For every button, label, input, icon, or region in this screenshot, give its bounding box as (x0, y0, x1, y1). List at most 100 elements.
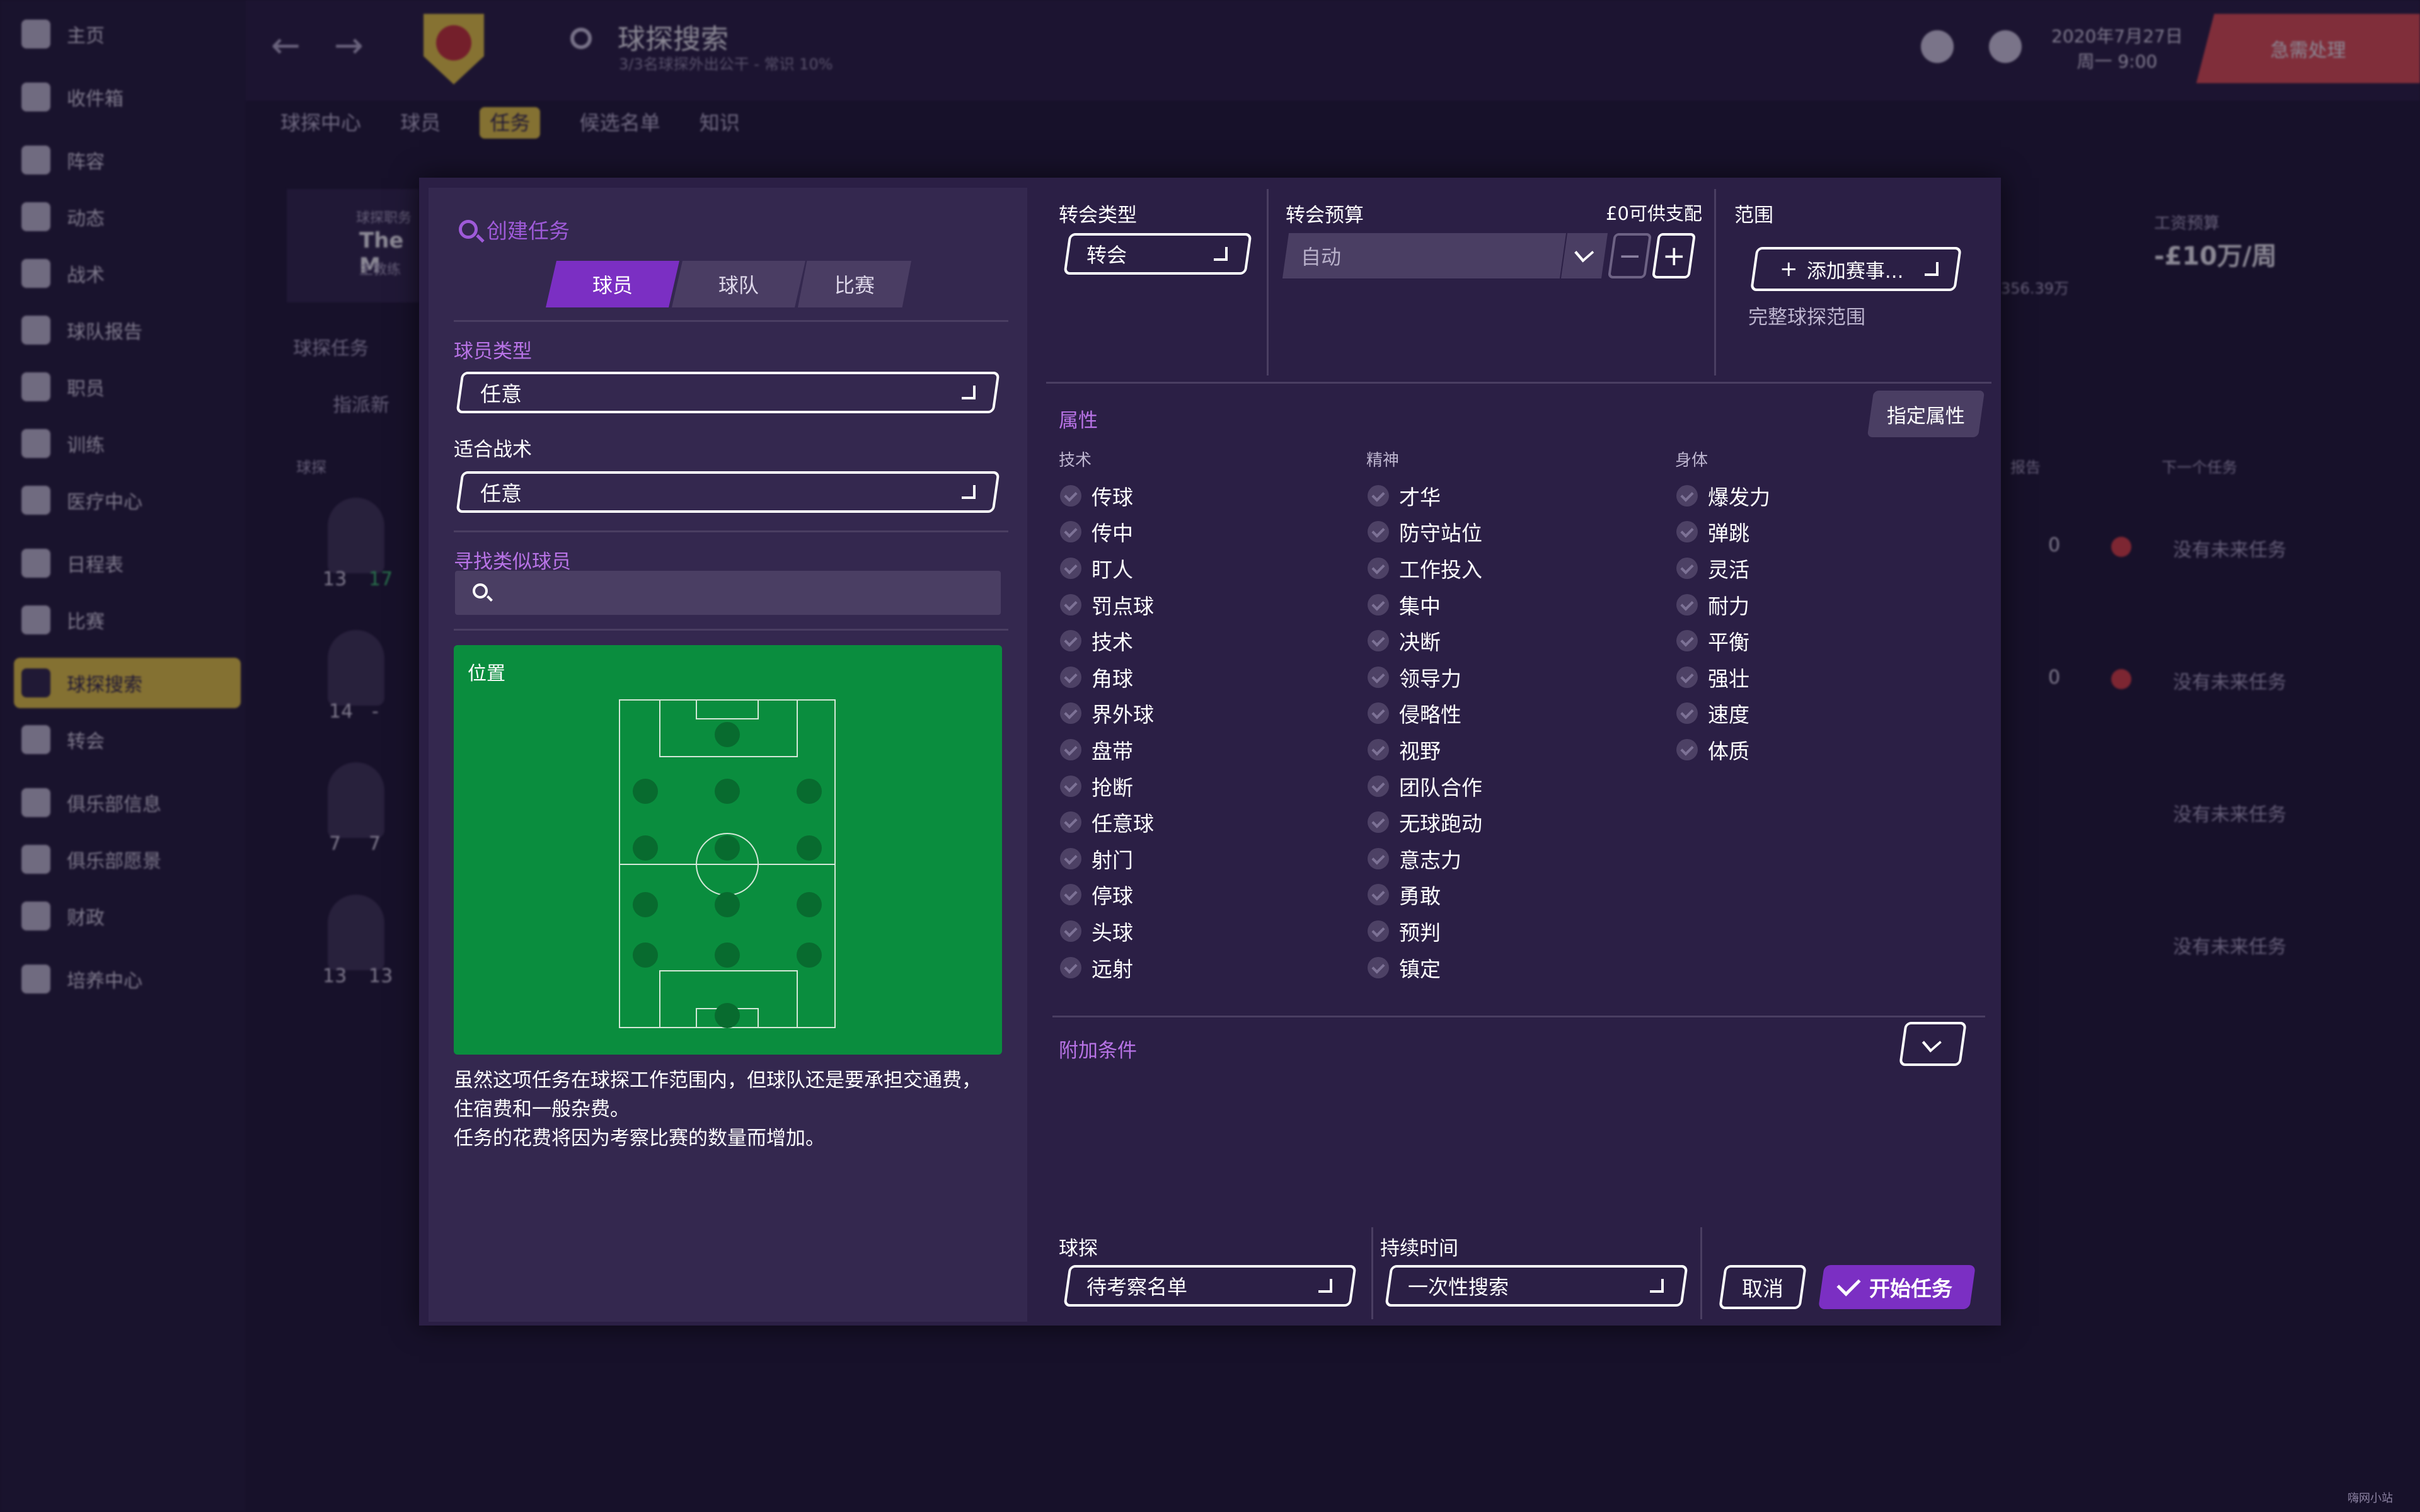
sidebar-item-team-report[interactable]: 球队报告 (0, 305, 246, 355)
sidebar-item-transfers[interactable]: 转会 (0, 714, 246, 765)
sidebar-item-club-vision[interactable]: 俱乐部愿景 (0, 834, 246, 885)
segment-match[interactable]: 比赛 (798, 261, 911, 307)
attribute-checkbox[interactable]: 决断 (1368, 622, 1482, 659)
position-dot-wbl[interactable] (633, 892, 658, 917)
sidebar-item-staff[interactable]: 职员 (0, 362, 246, 412)
attribute-checkbox[interactable]: 停球 (1060, 877, 1154, 914)
attribute-checkbox[interactable]: 头球 (1060, 913, 1154, 949)
attribute-checkbox[interactable]: 侵略性 (1368, 696, 1482, 732)
sidebar-item-home[interactable]: 主页 (0, 9, 246, 59)
position-dot-gk[interactable] (715, 1003, 740, 1028)
attribute-checkbox[interactable]: 工作投入 (1368, 550, 1482, 587)
tactic-dropdown[interactable]: 任意 (456, 471, 1000, 513)
forward-arrow-icon[interactable]: → (334, 25, 364, 66)
specify-attributes-button[interactable]: 指定属性 (1867, 391, 1985, 437)
pencil-icon[interactable] (1858, 30, 1891, 63)
budget-input[interactable]: 自动 (1282, 233, 1567, 278)
attribute-checkbox[interactable]: 抢断 (1060, 768, 1154, 805)
duration-dropdown[interactable]: 一次性搜索 (1385, 1265, 1688, 1307)
attribute-checkbox[interactable]: 界外球 (1060, 696, 1154, 732)
help-icon[interactable] (1921, 30, 1954, 63)
segment-team[interactable]: 球队 (672, 261, 805, 307)
attribute-checkbox[interactable]: 预判 (1368, 913, 1482, 949)
tab-scouting-centre[interactable]: 球探中心 (280, 111, 361, 135)
sidebar-item-finances[interactable]: 财政 (0, 891, 246, 941)
urgent-button[interactable]: 急需处理 (2196, 14, 2420, 83)
position-dot-st[interactable] (715, 722, 740, 747)
back-arrow-icon[interactable]: ← (271, 25, 301, 66)
attribute-checkbox[interactable]: 意志力 (1368, 840, 1482, 877)
similar-player-search-input[interactable] (455, 571, 1001, 615)
extra-conditions-toggle[interactable] (1899, 1022, 1967, 1066)
sidebar-item-competitions[interactable]: 比赛 (0, 595, 246, 645)
sidebar-item-schedule[interactable]: 日程表 (0, 538, 246, 588)
sidebar-item-training[interactable]: 训练 (0, 418, 246, 469)
position-dot-amr[interactable] (797, 779, 822, 804)
attribute-label: 团队合作 (1399, 775, 1482, 800)
tab-players[interactable]: 球员 (400, 111, 441, 135)
add-assignment-button[interactable]: 指派新 (333, 389, 389, 417)
attribute-checkbox[interactable]: 强壮 (1676, 659, 1770, 696)
attribute-checkbox[interactable]: 视野 (1368, 731, 1482, 768)
attribute-checkbox[interactable]: 角球 (1060, 659, 1154, 696)
attribute-checkbox[interactable]: 平衡 (1676, 622, 1770, 659)
attribute-checkbox[interactable]: 射门 (1060, 840, 1154, 877)
attribute-checkbox[interactable]: 传中 (1060, 514, 1154, 551)
scout-dropdown[interactable]: 待考察名单 (1063, 1265, 1357, 1307)
position-dot-dc[interactable] (715, 942, 740, 968)
sidebar-item-club-info[interactable]: 俱乐部信息 (0, 777, 246, 828)
attribute-checkbox[interactable]: 无球跑动 (1368, 804, 1482, 840)
attribute-checkbox[interactable]: 任意球 (1060, 804, 1154, 840)
sidebar-item-squad[interactable]: 阵容 (0, 135, 246, 185)
position-dot-ml[interactable] (633, 835, 658, 861)
full-range-link[interactable]: 完整球探范围 (1748, 301, 1865, 329)
attribute-checkbox[interactable]: 爆发力 (1676, 478, 1770, 514)
attribute-checkbox[interactable]: 传球 (1060, 478, 1154, 514)
tab-shortlist[interactable]: 候选名单 (580, 111, 660, 135)
budget-increase-button[interactable]: + (1651, 233, 1697, 278)
player-type-dropdown[interactable]: 任意 (456, 372, 1000, 413)
add-competition-button[interactable]: + 添加赛事... (1750, 247, 1962, 291)
position-dot-dl[interactable] (633, 942, 658, 968)
position-dot-mc[interactable] (715, 835, 740, 861)
start-task-button[interactable]: 开始任务 (1818, 1265, 1976, 1309)
attribute-checkbox[interactable]: 盘带 (1060, 731, 1154, 768)
attribute-checkbox[interactable]: 领导力 (1368, 659, 1482, 696)
sidebar-item-medical[interactable]: 医疗中心 (0, 475, 246, 525)
sidebar-item-scouting[interactable]: 球探搜索 (14, 658, 241, 708)
position-dot-amc[interactable] (715, 779, 740, 804)
sidebar-item-tactics[interactable]: 战术 (0, 248, 246, 299)
attribute-checkbox[interactable]: 集中 (1368, 587, 1482, 623)
budget-dropdown-toggle[interactable] (1560, 233, 1608, 278)
attribute-checkbox[interactable]: 盯人 (1060, 550, 1154, 587)
attribute-checkbox[interactable]: 罚点球 (1060, 587, 1154, 623)
position-dot-wbr[interactable] (797, 892, 822, 917)
attribute-checkbox[interactable]: 灵活 (1676, 550, 1770, 587)
attribute-checkbox[interactable]: 技术 (1060, 622, 1154, 659)
gear-icon[interactable] (1989, 30, 2022, 63)
attribute-checkbox[interactable]: 才华 (1368, 478, 1482, 514)
cancel-button[interactable]: 取消 (1719, 1265, 1807, 1309)
tab-knowledge[interactable]: 知识 (700, 111, 740, 135)
position-dot-mr[interactable] (797, 835, 822, 861)
budget-decrease-button[interactable]: − (1607, 233, 1652, 278)
sidebar-item-inbox[interactable]: 收件箱 (0, 72, 246, 122)
attribute-checkbox[interactable]: 速度 (1676, 696, 1770, 732)
tab-assignments[interactable]: 任务 (480, 107, 541, 139)
transfer-type-dropdown[interactable]: 转会 (1063, 233, 1252, 275)
sidebar-item-development[interactable]: 培养中心 (0, 954, 246, 1004)
attribute-checkbox[interactable]: 团队合作 (1368, 768, 1482, 805)
attribute-checkbox[interactable]: 弹跳 (1676, 514, 1770, 551)
attribute-checkbox[interactable]: 远射 (1060, 949, 1154, 986)
attribute-checkbox[interactable]: 镇定 (1368, 949, 1482, 986)
attribute-checkbox[interactable]: 耐力 (1676, 587, 1770, 623)
segment-player[interactable]: 球员 (546, 261, 679, 307)
attribute-checkbox[interactable]: 勇敢 (1368, 877, 1482, 914)
sidebar-item-dynamics[interactable]: 动态 (0, 192, 246, 242)
position-dot-dr[interactable] (797, 942, 822, 968)
attribute-checkbox[interactable]: 防守站位 (1368, 514, 1482, 551)
attribute-checkbox[interactable]: 体质 (1676, 731, 1770, 768)
report-count: 0 (2048, 667, 2061, 689)
position-dot-dm[interactable] (715, 892, 740, 917)
position-dot-aml[interactable] (633, 779, 658, 804)
